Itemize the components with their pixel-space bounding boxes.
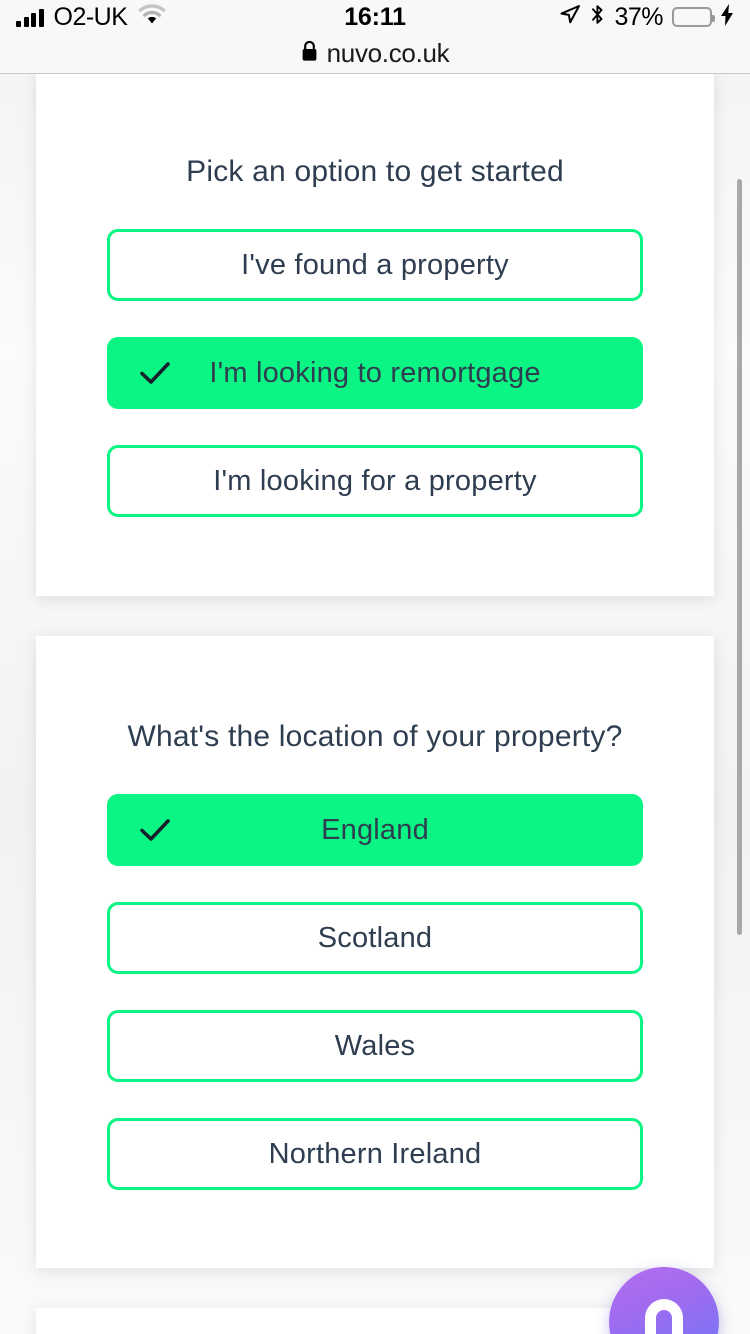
question-card-1: Pick an option to get started I've found…: [36, 74, 714, 596]
option-scotland[interactable]: Scotland: [107, 902, 643, 974]
option-label: Scotland: [317, 921, 433, 954]
nuvo-chat-button[interactable]: [609, 1267, 719, 1334]
option-label: I've found a property: [241, 248, 509, 281]
battery-icon: [672, 7, 715, 27]
question-card-2: What's the location of your property? En…: [36, 636, 714, 1268]
option-northern-ireland[interactable]: Northern Ireland: [107, 1118, 643, 1190]
status-bar-left: O2-UK: [16, 3, 167, 32]
option-label: I'm looking to remortgage: [209, 356, 541, 389]
card-1-options: I've found a property I'm looking to rem…: [36, 229, 714, 517]
check-icon: [138, 356, 172, 390]
option-im-looking-for-a-property[interactable]: I'm looking for a property: [107, 445, 643, 517]
option-ive-found-a-property[interactable]: I've found a property: [107, 229, 643, 301]
option-label: England: [321, 813, 429, 846]
option-label: I'm looking for a property: [213, 464, 537, 497]
page-content: Pick an option to get started I've found…: [0, 74, 750, 1334]
page-scrollbar[interactable]: [737, 179, 742, 935]
carrier-label: O2-UK: [53, 2, 128, 31]
ios-status-bar: O2-UK 16:11 37%: [0, 0, 750, 34]
bluetooth-icon: [590, 3, 605, 31]
option-england[interactable]: England: [107, 794, 643, 866]
charging-bolt-icon: [721, 3, 734, 31]
browser-url-bar[interactable]: nuvo.co.uk: [0, 34, 750, 74]
card-2-title: What's the location of your property?: [127, 720, 623, 753]
card-1-title: Pick an option to get started: [186, 155, 564, 188]
option-label: Northern Ireland: [268, 1137, 482, 1170]
battery-percent-label: 37%: [614, 2, 663, 31]
check-icon: [138, 813, 172, 847]
url-host: nuvo.co.uk: [326, 38, 450, 68]
location-arrow-icon: [559, 4, 581, 31]
option-label: Wales: [334, 1029, 416, 1062]
nuvo-logo-icon: [645, 1299, 683, 1334]
lock-icon: [301, 40, 318, 67]
option-im-looking-to-remortgage[interactable]: I'm looking to remortgage: [107, 337, 643, 409]
status-bar-right: 37%: [559, 3, 734, 32]
card-2-options: England Scotland Wales Northern Ireland: [36, 794, 714, 1190]
wifi-icon: [137, 3, 167, 31]
option-wales[interactable]: Wales: [107, 1010, 643, 1082]
signal-bars-icon: [16, 8, 44, 27]
